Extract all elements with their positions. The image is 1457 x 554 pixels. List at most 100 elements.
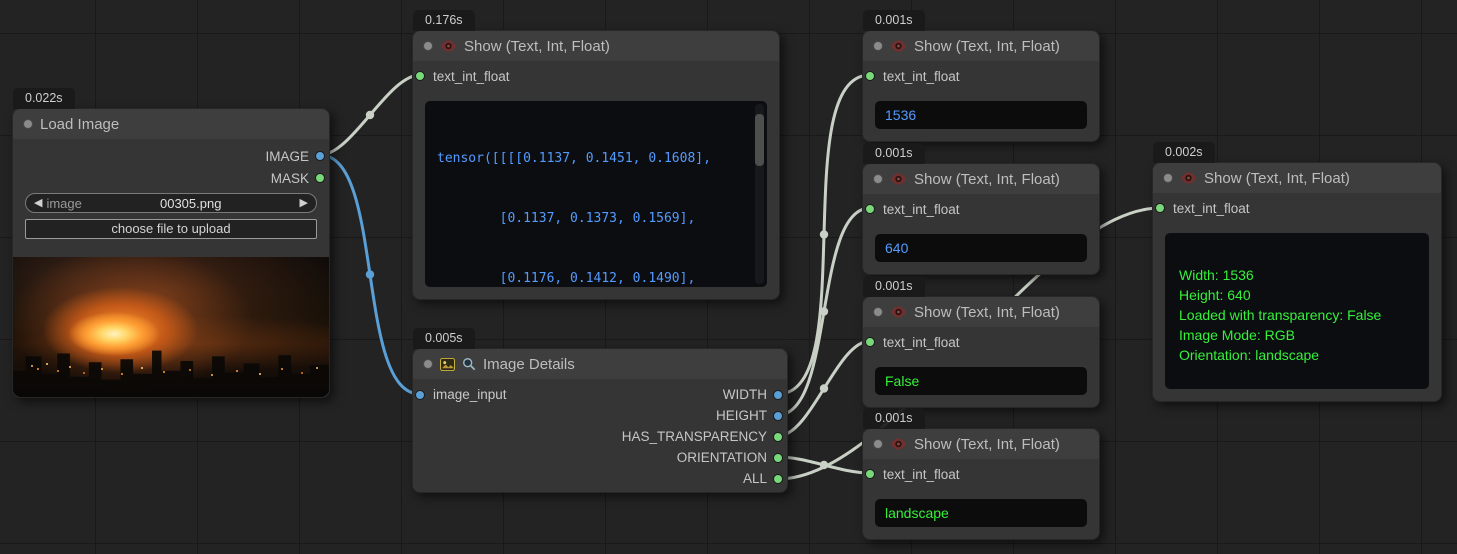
slot-label: ALL: [743, 471, 767, 486]
show-text-area[interactable]: landscape: [875, 499, 1087, 527]
all-output-dot[interactable]: [773, 474, 783, 484]
city-lights: [31, 365, 33, 367]
combo-label: image: [46, 196, 81, 211]
picture-icon: [440, 358, 455, 371]
execution-time-badge: 0.001s: [863, 10, 925, 31]
eye-icon: [890, 306, 907, 318]
combo-prev-icon[interactable]: ◀: [34, 193, 42, 213]
node-show-transparency[interactable]: 0.001s Show (Text, Int, Float) text_int_…: [862, 296, 1100, 408]
text-input-dot[interactable]: [865, 71, 875, 81]
text-input-dot[interactable]: [1155, 203, 1165, 213]
node-header[interactable]: Load Image: [13, 109, 329, 139]
link-midpoint-dot: [820, 384, 828, 392]
node-title: Show (Text, Int, Float): [1204, 170, 1350, 187]
combo-value[interactable]: 00305.png: [86, 196, 296, 211]
node-header[interactable]: Show (Text, Int, Float): [863, 164, 1099, 194]
node-show-orientation[interactable]: 0.001s Show (Text, Int, Float) text_int_…: [862, 428, 1100, 540]
input-slot-text-int-float: text_int_float: [863, 65, 1099, 87]
eye-icon: [890, 438, 907, 450]
combo-next-icon[interactable]: ▶: [300, 193, 308, 213]
collapse-toggle[interactable]: [873, 439, 883, 449]
node-header[interactable]: Show (Text, Int, Float): [1153, 163, 1441, 193]
node-title: Show (Text, Int, Float): [914, 171, 1060, 188]
input-slot-text-int-float: text_int_float: [863, 463, 1099, 485]
node-show-all[interactable]: 0.002s Show (Text, Int, Float) text_int_…: [1152, 162, 1442, 402]
scrollbar-thumb[interactable]: [755, 114, 764, 166]
node-header[interactable]: Show (Text, Int, Float): [863, 31, 1099, 61]
text-input-dot[interactable]: [865, 337, 875, 347]
node-show-width[interactable]: 0.001s Show (Text, Int, Float) text_int_…: [862, 30, 1100, 142]
output-slot-mask: MASK: [13, 167, 329, 189]
output-slot-width: WIDTH: [413, 384, 787, 405]
show-text-area[interactable]: Width: 1536 Height: 640 Loaded with tran…: [1165, 233, 1429, 389]
execution-time-badge: 0.002s: [1153, 142, 1215, 163]
slot-label: HAS_TRANSPARENCY: [622, 429, 767, 444]
output-slot-orientation: ORIENTATION: [413, 447, 787, 468]
scrollbar-track[interactable]: [755, 104, 764, 284]
collapse-toggle[interactable]: [873, 41, 883, 51]
node-header[interactable]: Show (Text, Int, Float): [413, 31, 779, 61]
mask-output-dot[interactable]: [315, 173, 325, 183]
input-slot-text-int-float: text_int_float: [1153, 197, 1441, 219]
text-input-dot[interactable]: [865, 204, 875, 214]
slot-label: text_int_float: [883, 69, 960, 84]
image-output-dot[interactable]: [315, 151, 325, 161]
input-slot-text-int-float: text_int_float: [413, 65, 779, 87]
link-midpoint-dot: [820, 230, 828, 238]
output-slot-has-transparency: HAS_TRANSPARENCY: [413, 426, 787, 447]
eye-icon: [1180, 172, 1197, 184]
collapse-toggle[interactable]: [873, 174, 883, 184]
node-header[interactable]: Show (Text, Int, Float): [863, 429, 1099, 459]
node-show-tensor[interactable]: 0.176s Show (Text, Int, Float) text_int_…: [412, 30, 780, 300]
node-header[interactable]: Image Details: [413, 349, 787, 379]
city-silhouette: [13, 339, 329, 397]
text-input-dot[interactable]: [415, 71, 425, 81]
execution-time-badge: 0.001s: [863, 143, 925, 164]
output-slot-height: HEIGHT: [413, 405, 787, 426]
node-header[interactable]: Show (Text, Int, Float): [863, 297, 1099, 327]
width-output-dot[interactable]: [773, 390, 783, 400]
show-text-area[interactable]: tensor([[[[0.1137, 0.1451, 0.1608], [0.1…: [425, 101, 767, 287]
slot-label: MASK: [271, 171, 309, 186]
link-midpoint-dot: [820, 307, 828, 315]
execution-time-badge: 0.176s: [413, 10, 475, 31]
slot-label: text_int_float: [883, 202, 960, 217]
slot-label: IMAGE: [265, 149, 309, 164]
image-preview: [13, 257, 329, 397]
node-image-details[interactable]: 0.005s Image Details image_input WIDTH H…: [412, 348, 788, 493]
execution-time-badge: 0.005s: [413, 328, 475, 349]
collapse-toggle[interactable]: [873, 307, 883, 317]
node-show-height[interactable]: 0.001s Show (Text, Int, Float) text_int_…: [862, 163, 1100, 275]
slot-label: text_int_float: [433, 69, 510, 84]
slot-label: text_int_float: [883, 467, 960, 482]
collapse-toggle[interactable]: [423, 41, 433, 51]
execution-time-badge: 0.022s: [13, 88, 75, 109]
orientation-output-dot[interactable]: [773, 453, 783, 463]
node-title: Image Details: [483, 356, 575, 373]
collapse-toggle[interactable]: [1163, 173, 1173, 183]
node-load-image[interactable]: 0.022s Load Image IMAGE MASK ◀ image 003…: [12, 108, 330, 398]
slot-label: WIDTH: [723, 387, 767, 402]
has-transparency-output-dot[interactable]: [773, 432, 783, 442]
slot-label: ORIENTATION: [677, 450, 767, 465]
collapse-toggle[interactable]: [23, 119, 33, 129]
show-text-area[interactable]: 1536: [875, 101, 1087, 129]
node-graph-canvas[interactable]: 0.022s Load Image IMAGE MASK ◀ image 003…: [0, 0, 1457, 554]
text-input-dot[interactable]: [865, 469, 875, 479]
image-file-combo[interactable]: ◀ image 00305.png ▶: [25, 193, 317, 213]
image-details-text: Width: 1536 Height: 640 Loaded with tran…: [1165, 233, 1429, 373]
input-slot-text-int-float: text_int_float: [863, 198, 1099, 220]
output-slot-image: IMAGE: [13, 145, 329, 167]
height-output-dot[interactable]: [773, 411, 783, 421]
show-text-area[interactable]: False: [875, 367, 1087, 395]
show-text-area[interactable]: 640: [875, 234, 1087, 262]
node-title: Show (Text, Int, Float): [914, 436, 1060, 453]
collapse-toggle[interactable]: [423, 359, 433, 369]
output-slot-all: ALL: [413, 468, 787, 489]
slot-label: text_int_float: [883, 335, 960, 350]
node-title: Load Image: [40, 116, 119, 133]
execution-time-badge: 0.001s: [863, 408, 925, 429]
slot-label: HEIGHT: [716, 408, 767, 423]
choose-file-button[interactable]: choose file to upload: [25, 219, 317, 239]
link-midpoint-dot: [366, 111, 374, 119]
